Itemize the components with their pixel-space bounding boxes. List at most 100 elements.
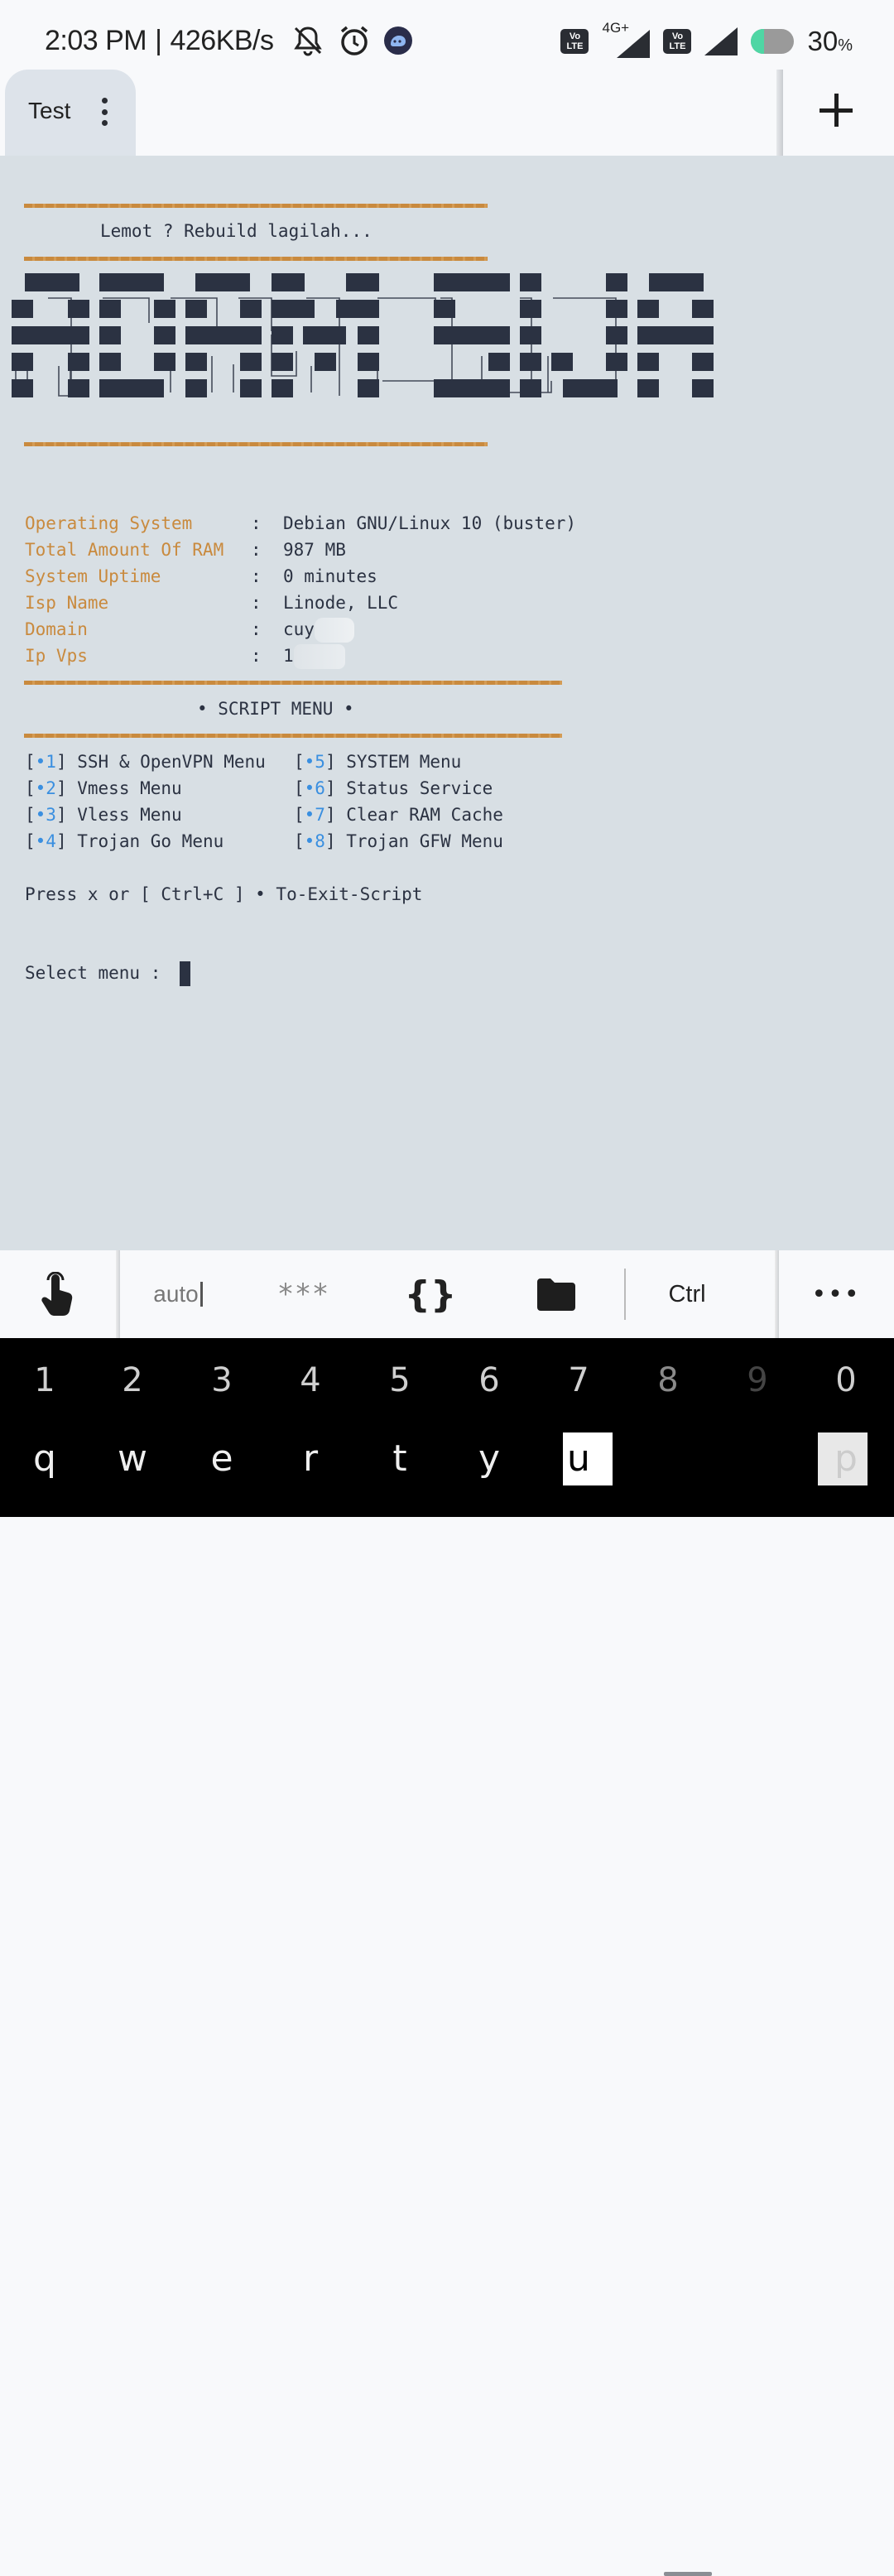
braces-icon: {} [404,1273,457,1316]
key-t[interactable]: t [358,1437,441,1480]
more-icon: ••• [811,1279,861,1309]
divider [24,257,488,261]
volte-badge-1: Vo LTE [560,29,589,54]
battery-fill [751,29,765,54]
separator [116,1250,120,1338]
add-session-button[interactable] [820,91,859,131]
menu-item: [•1] SSH & OpenVPN Menu [25,752,266,772]
tab-label: Test [28,98,71,123]
soft-keyboard: 1 2 3 4 5 6 7 8 9 0 q w e r t y u i o p [0,1338,894,1517]
separator [624,1269,626,1320]
key-u[interactable]: u [537,1437,620,1480]
key-6[interactable]: 6 [448,1361,531,1399]
menu-item: [•6] Status Service [294,778,493,798]
menu-item: [•8] Trojan GFW Menu [294,831,503,851]
info-value: 1 [283,646,294,666]
key-o[interactable]: o [716,1437,799,1480]
password-label: *** [278,1278,331,1311]
battery-icon [751,29,795,54]
mute-icon [293,26,322,56]
info-value: 987 MB [283,540,346,560]
info-label: Isp Name [25,593,109,613]
key-0[interactable]: 0 [805,1361,887,1399]
key-y[interactable]: y [448,1437,531,1480]
info-row: System Uptime [25,565,161,588]
info-row: Total Amount Of RAM [25,538,223,561]
auto-label: auto [153,1281,199,1307]
info-sep: : [251,540,262,560]
key-r[interactable]: r [269,1437,352,1480]
key-q[interactable]: q [3,1437,86,1480]
battery-percent: 30 [807,26,839,56]
ctrl-label: Ctrl [668,1280,706,1307]
menu-title: • SCRIPT MENU • [197,699,354,719]
ctrl-key[interactable]: Ctrl [637,1250,737,1338]
key-8[interactable]: 8 [627,1361,709,1399]
network-speed: 426KB/s [170,24,274,56]
key-3[interactable]: 3 [180,1361,263,1399]
status-right: Vo LTE 4G+ Vo LTE 30% [560,20,853,58]
folder-icon [537,1278,575,1311]
info-sep: : [251,593,262,613]
key-4[interactable]: 4 [269,1361,352,1399]
info-label: System Uptime [25,566,161,586]
info-row: Isp Name [25,591,108,614]
divider [24,204,488,208]
touch-mode-button[interactable] [0,1250,116,1338]
info-row: Domain [25,618,88,641]
separator [775,1250,779,1338]
extra-keys-bar: auto *** {} Ctrl ••• [0,1250,894,2576]
menu-item: [•7] Clear RAM Cache [294,805,503,825]
session-tab[interactable]: Test [5,70,136,156]
password-button[interactable]: *** [255,1250,354,1338]
redacted-blur [293,644,345,669]
redacted-blur [314,618,354,643]
info-sep: : [251,646,262,666]
info-label: Operating System [25,513,193,533]
info-label: Total Amount Of RAM [25,540,224,560]
clock: 2:03 PM [45,24,147,56]
key-2[interactable]: 2 [91,1361,174,1399]
exit-hint: Press x or [ Ctrl+C ] • To-Exit-Script [25,884,423,904]
battery-unit: % [838,36,853,55]
key-9[interactable]: 9 [716,1361,799,1399]
menu-item: [•3] Vless Menu [25,805,182,825]
volte-badge-2: Vo LTE [663,29,692,54]
key-5[interactable]: 5 [358,1361,441,1399]
terminal-view[interactable]: Lemot ? Rebuild lagilah... Operating Sys… [0,156,894,1250]
info-label: Domain [25,619,88,639]
prompt-line: Select menu : [25,961,191,986]
divider [24,734,562,738]
menu-item: [•4] Trojan Go Menu [25,831,224,851]
key-p[interactable]: p [805,1437,887,1480]
key-i[interactable]: i [627,1437,709,1480]
auto-button[interactable]: auto [128,1250,228,1338]
ascii-art-banner [12,273,714,397]
signal-1: 4G+ [602,20,651,58]
key-1[interactable]: 1 [3,1361,86,1399]
files-button[interactable] [507,1250,606,1338]
key-7[interactable]: 7 [537,1361,620,1399]
info-sep: : [251,566,262,586]
info-label: Ip Vps [25,646,88,666]
tab-menu-icon[interactable] [99,98,109,126]
status-bar: 2:03 PM | 426KB/s Vo LTE 4G+ Vo LTE 30% [0,0,894,70]
key-e[interactable]: e [180,1437,263,1480]
menu-item: [•5] SYSTEM Menu [294,752,462,772]
snippets-button[interactable]: {} [381,1250,480,1338]
info-value: 0 minutes [283,566,377,586]
signal-icon-2 [704,27,738,55]
status-left: 2:03 PM | 426KB/s [45,23,413,58]
menu-item: [•2] Vmess Menu [25,778,182,798]
info-row: Operating System [25,512,192,535]
alarm-icon [340,26,368,55]
signal-icon [617,30,651,58]
info-value: Linode, LLC [283,593,399,613]
tagline: Lemot ? Rebuild lagilah... [100,221,372,241]
info-value: cuy [283,619,315,639]
app-icon [383,26,412,55]
key-w[interactable]: w [91,1437,174,1480]
divider [24,681,562,685]
divider [24,442,488,446]
more-button[interactable]: ••• [786,1250,886,1338]
